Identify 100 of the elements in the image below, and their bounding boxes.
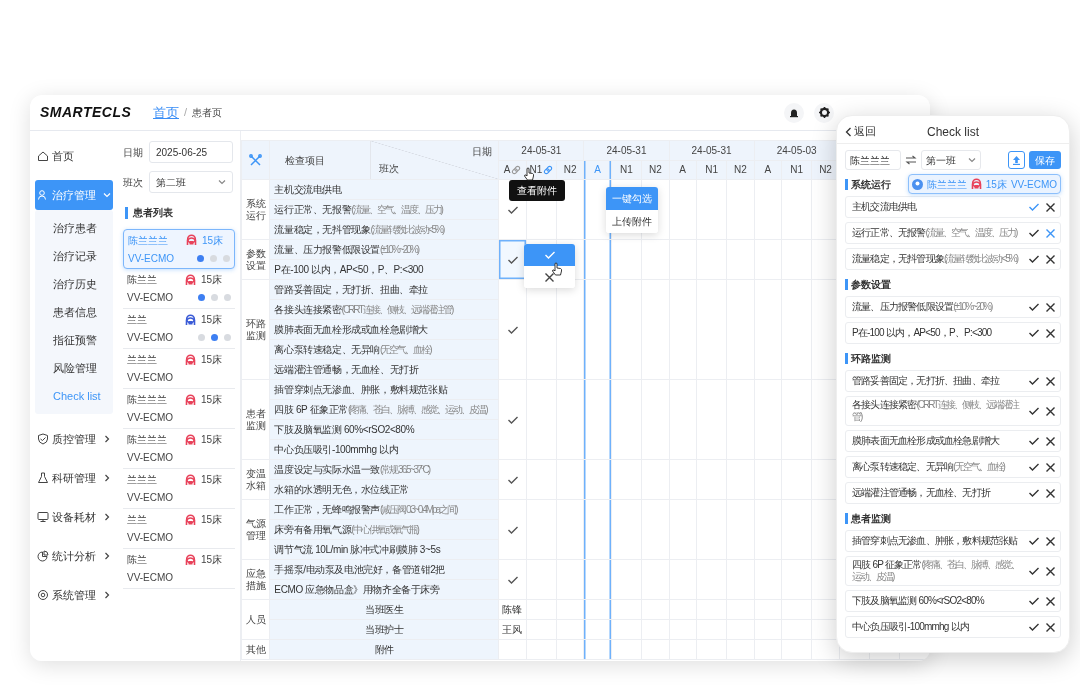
fail-button[interactable]: [1045, 595, 1056, 607]
fail-button[interactable]: [1045, 327, 1056, 339]
picker-option[interactable]: [524, 266, 575, 288]
nav-item[interactable]: 设备耗材: [35, 502, 113, 532]
submenu-item[interactable]: 指征预警: [35, 326, 113, 354]
patient-card[interactable]: 兰兰兰 15床 VV-ECMO: [123, 469, 235, 509]
field-label: 班次: [123, 175, 144, 190]
pass-button[interactable]: [1028, 302, 1040, 312]
menu-item[interactable]: 上传附件: [606, 210, 658, 233]
fail-button[interactable]: [1045, 461, 1056, 473]
fail-button[interactable]: [1045, 301, 1056, 313]
upload-button[interactable]: [1008, 151, 1025, 169]
bed-number: 15床: [201, 433, 223, 447]
check-item: 远端灌注管通畅，无血栓、无打折: [852, 487, 992, 499]
date-field[interactable]: 2025-06-25: [149, 141, 233, 163]
patient-card[interactable]: 陈兰兰兰 15床 VV-ECMO: [123, 389, 235, 429]
patient-card[interactable]: 陈兰兰兰 15床 VV-ECMO: [123, 429, 235, 469]
fail-button[interactable]: [1045, 405, 1056, 417]
staff-name: 陈锋: [502, 604, 523, 615]
pass-button[interactable]: [1028, 254, 1040, 264]
pass-button[interactable]: [1028, 622, 1040, 632]
nav-item[interactable]: 首页: [35, 141, 113, 171]
nav-item[interactable]: 系统管理: [35, 580, 113, 610]
submenu-item[interactable]: 患者信息: [35, 298, 113, 326]
pass-button[interactable]: [1028, 536, 1040, 546]
flask-icon: [37, 472, 49, 484]
fail-button[interactable]: [1045, 435, 1056, 447]
bed-number: 15床: [202, 233, 224, 248]
check-icon: [1028, 462, 1040, 472]
check-icon: [1028, 302, 1040, 312]
patient-card[interactable]: 陈兰 15床 VV-ECMO: [123, 549, 235, 589]
section-title: 患者监测: [845, 512, 891, 524]
fail-button[interactable]: [1045, 201, 1056, 213]
fail-button[interactable]: [1045, 487, 1056, 499]
patient-name: 陈兰兰: [127, 273, 158, 287]
treatment-mode: VV-ECMO: [128, 251, 175, 266]
pass-button[interactable]: [1028, 376, 1040, 386]
tools-icon: [249, 153, 263, 167]
group-label: 变温水箱: [241, 459, 270, 500]
patient-card[interactable]: 兰兰兰 15床 VV-ECMO: [123, 349, 235, 389]
close-icon: [544, 271, 555, 283]
check-item: 流量、压力报警低限设置(±10%~20%): [852, 301, 993, 313]
treatment-mode: VV-ECMO: [127, 571, 174, 585]
link-icon: [511, 164, 522, 175]
bell-icon: [789, 107, 799, 118]
pass-button[interactable]: [1028, 436, 1040, 446]
nav-item[interactable]: 质控管理: [35, 424, 113, 454]
treatment-mode: VV-ECMO: [127, 331, 174, 345]
fail-button[interactable]: [1045, 621, 1056, 633]
shift-select[interactable]: 第二班: [149, 171, 233, 193]
section-title: 系统运行: [845, 178, 891, 190]
pass-button[interactable]: [1028, 228, 1040, 238]
nav-item[interactable]: 统计分析: [35, 541, 113, 571]
notification-button[interactable]: [784, 102, 804, 123]
patient-card[interactable]: 兰兰 15床 VV-ECMO: [123, 509, 235, 549]
nav-item[interactable]: 科研管理: [35, 463, 113, 493]
patient-name: 兰兰: [127, 313, 148, 327]
submenu-item[interactable]: 治疗患者: [35, 214, 113, 242]
fail-button[interactable]: [1045, 565, 1056, 577]
close-icon: [1045, 301, 1056, 313]
fail-button[interactable]: [1045, 375, 1056, 387]
group-label: 参数设置: [241, 239, 270, 280]
back-link[interactable]: 返回: [845, 123, 876, 140]
breadcrumb-current: 患者页: [192, 106, 223, 120]
pass-button[interactable]: [1028, 488, 1040, 498]
patient-name: 兰兰: [127, 513, 148, 527]
shift-select[interactable]: 第一班: [921, 150, 981, 170]
check-icon: [1028, 202, 1040, 212]
treatment-mode: VV-ECMO: [127, 291, 174, 305]
pass-button[interactable]: [1028, 406, 1040, 416]
patient-card[interactable]: 陈兰兰 15床 VV-ECMO: [123, 269, 235, 309]
patient-card[interactable]: 兰兰 15床 VV-ECMO: [123, 309, 235, 349]
submenu-item[interactable]: 治疗记录: [35, 242, 113, 270]
pass-button[interactable]: [1028, 462, 1040, 472]
pass-button[interactable]: [1028, 328, 1040, 338]
check-item: 流量稳定，无抖管现象(流量转数比波动<5%): [852, 253, 1019, 265]
close-icon: [1045, 327, 1056, 339]
settings-button[interactable]: [814, 102, 834, 123]
treatment-mode: VV-ECMO: [127, 371, 174, 385]
submenu-item[interactable]: 风险管理: [35, 354, 113, 382]
pass-button[interactable]: [1028, 566, 1040, 576]
patient-field[interactable]: 陈兰兰兰: [845, 150, 901, 170]
gear-icon: [37, 589, 49, 601]
chip-text: 陈兰兰兰: [926, 177, 967, 192]
breadcrumb-link[interactable]: 首页: [153, 102, 179, 123]
hand-cursor-icon: [551, 262, 563, 276]
section-title: 患者列表: [125, 207, 235, 219]
check-icon: [1028, 436, 1040, 446]
close-icon: [1045, 405, 1056, 417]
fail-button[interactable]: [1045, 535, 1056, 547]
check-item: 插管穿刺点无渗血、肿胀，敷料规范张贴: [852, 535, 1019, 547]
pass-button[interactable]: [1028, 596, 1040, 606]
section-title: 参数设置: [845, 278, 891, 290]
shield-icon: [37, 433, 49, 445]
fail-button[interactable]: [1045, 253, 1056, 265]
close-icon: [1045, 487, 1056, 499]
check-item: P在-100 以内，AP<50，P、P:<300: [852, 327, 993, 339]
submenu-item[interactable]: 治疗历史: [35, 270, 113, 298]
shift-header[interactable]: A: [679, 162, 686, 178]
chevron-icon: [218, 178, 226, 186]
